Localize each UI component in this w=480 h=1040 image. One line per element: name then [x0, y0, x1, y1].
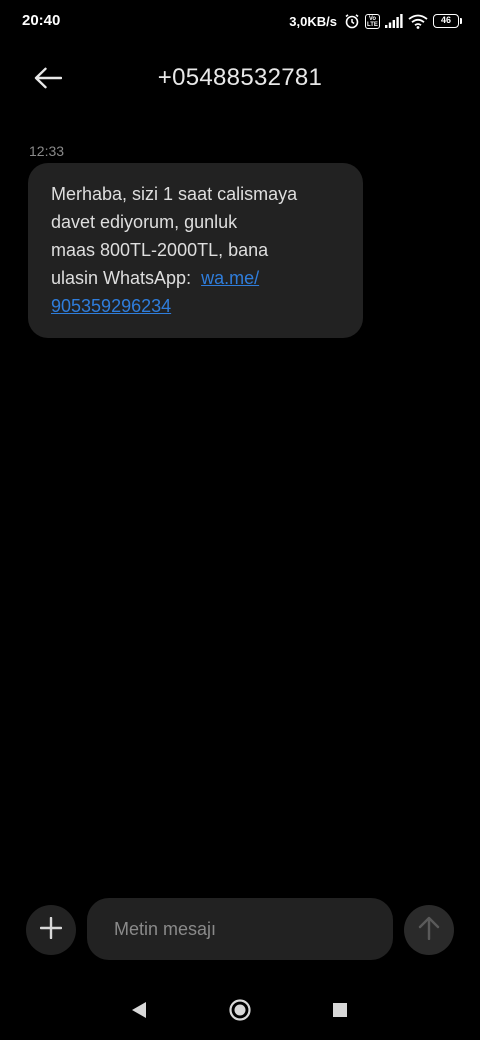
nav-back-button[interactable] — [124, 999, 154, 1025]
status-bar: 20:40 3,0KB/s Vo LTE 46 — [0, 0, 480, 42]
message-text: Merhaba, sizi 1 saat calismaya davet edi… — [51, 184, 298, 288]
alarm-icon — [344, 13, 360, 29]
recents-square-icon — [332, 1002, 348, 1023]
home-circle-icon — [228, 998, 252, 1027]
volte-icon: Vo LTE — [365, 13, 380, 29]
battery-level: 46 — [440, 15, 451, 25]
status-time: 20:40 — [22, 12, 61, 29]
message-timestamp: 12:33 — [29, 143, 65, 159]
nav-recents-button[interactable] — [325, 999, 355, 1025]
battery-icon: 46 — [433, 14, 459, 28]
arrow-up-icon — [418, 916, 440, 945]
message-text-block: Merhaba, sizi 1 saat calismaya davet edi… — [51, 180, 343, 320]
back-triangle-icon — [131, 1001, 147, 1024]
battery-tip — [460, 18, 462, 24]
contact-title: +05488532781 — [157, 64, 323, 91]
message-composer — [0, 898, 480, 962]
system-nav-bar — [0, 985, 480, 1040]
conversation-header: +05488532781 — [0, 52, 480, 108]
message-input[interactable] — [87, 898, 393, 960]
plus-icon — [39, 916, 63, 944]
message-bubble[interactable]: Merhaba, sizi 1 saat calismaya davet edi… — [28, 163, 363, 338]
add-attachment-button[interactable] — [26, 905, 76, 955]
nav-home-button[interactable] — [225, 998, 255, 1027]
network-speed: 3,0KB/s — [289, 13, 337, 29]
signal-icon — [385, 14, 403, 28]
wifi-icon — [408, 14, 428, 29]
status-icons: 3,0KB/s Vo LTE 46 — [289, 11, 462, 31]
send-button[interactable] — [404, 905, 454, 955]
